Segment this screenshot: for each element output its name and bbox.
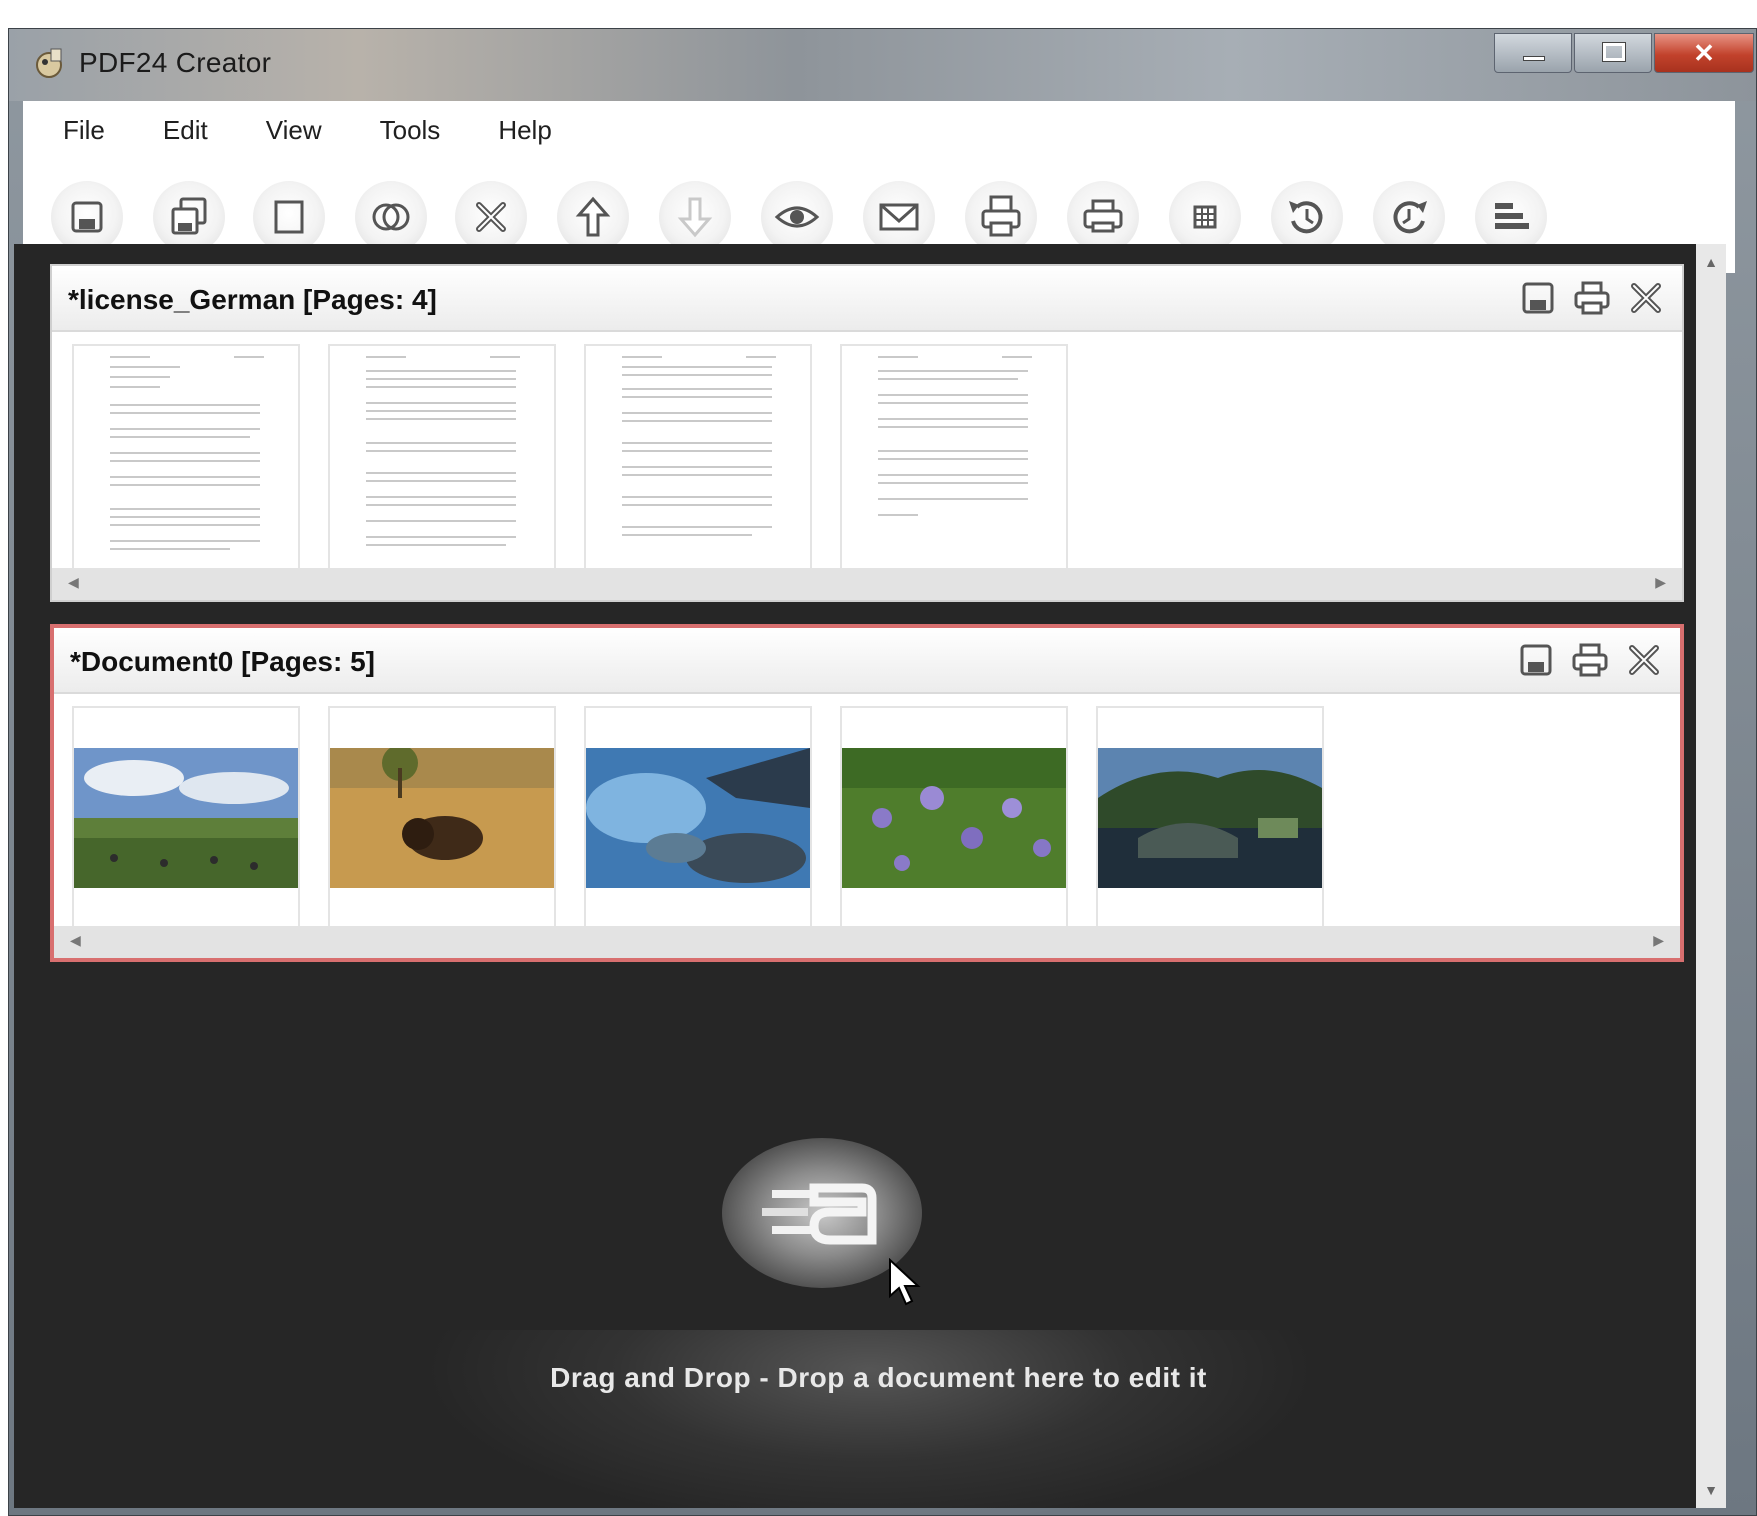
vertical-scrollbar[interactable]: ▲ ▼: [1696, 244, 1726, 1508]
preview-button[interactable]: [761, 181, 833, 253]
page-thumbnail[interactable]: [328, 344, 556, 574]
document-print-button[interactable]: [1572, 278, 1612, 323]
menu-help[interactable]: Help: [498, 115, 551, 146]
delete-icon: [476, 202, 506, 232]
rotate-right-button[interactable]: [1373, 181, 1445, 253]
dropzone-glow: [420, 1330, 1320, 1516]
horizontal-scrollbar[interactable]: ◀ ▶: [54, 926, 1680, 958]
scroll-right-icon[interactable]: ▶: [1653, 932, 1664, 949]
page-thumbnail[interactable]: [584, 344, 812, 574]
merge-icon: [372, 203, 410, 231]
minimize-button[interactable]: [1494, 33, 1572, 73]
page-layout-icon: [1193, 205, 1217, 229]
document-panel[interactable]: *license_German [Pages: 4] ◀ ▶: [50, 264, 1684, 602]
document-close-button[interactable]: [1626, 278, 1666, 323]
page-thumbnail[interactable]: [328, 706, 556, 936]
move-up-button[interactable]: [557, 181, 629, 253]
close-icon: [1629, 645, 1659, 675]
print-icon: [1574, 281, 1610, 315]
scroll-down-icon[interactable]: ▼: [1696, 1482, 1726, 1498]
menu-bar: File Edit View Tools Help: [23, 101, 1735, 159]
close-icon: ✕: [1693, 38, 1715, 68]
move-down-icon: [677, 197, 713, 238]
page-thumbnail[interactable]: [72, 706, 300, 936]
menu-view[interactable]: View: [266, 115, 322, 146]
page-thumbnail[interactable]: [1096, 706, 1324, 936]
close-window-button[interactable]: ✕: [1654, 33, 1754, 73]
window-title: PDF24 Creator: [79, 47, 272, 78]
minimize-icon: [1523, 56, 1545, 61]
landscape-photo: [74, 748, 298, 888]
save-button[interactable]: [51, 181, 123, 253]
print-button[interactable]: [965, 181, 1037, 253]
page-thumbnail[interactable]: [72, 344, 300, 574]
close-icon: [1631, 283, 1661, 313]
new-document-icon: [274, 200, 304, 234]
page-thumbnail[interactable]: [840, 344, 1068, 574]
save-icon: [71, 201, 103, 233]
print-settings-icon: [1083, 199, 1123, 233]
document-header: *Document0 [Pages: 5]: [54, 628, 1680, 694]
document-title: *license_German [Pages: 4]: [68, 284, 437, 315]
title-bar[interactable]: PDF24 Creator ✕: [9, 29, 1756, 101]
move-up-icon: [575, 196, 611, 237]
document-print-button[interactable]: [1570, 640, 1610, 685]
menu-edit[interactable]: Edit: [163, 115, 208, 146]
print-icon: [981, 195, 1021, 237]
document-panel-selected[interactable]: *Document0 [Pages: 5] ◀ ▶: [50, 624, 1684, 962]
maximize-icon: [1602, 42, 1626, 62]
align-button[interactable]: [1475, 181, 1547, 253]
dropzone-text: Drag and Drop - Drop a document here to …: [550, 1362, 1207, 1393]
email-icon: [879, 203, 919, 231]
mouse-cursor-icon: [889, 1258, 921, 1306]
print-icon: [1572, 643, 1608, 677]
align-icon: [1495, 203, 1529, 229]
save-copy-icon: [171, 197, 207, 235]
merge-button[interactable]: [355, 181, 427, 253]
menu-file[interactable]: File: [63, 115, 105, 146]
horizontal-scrollbar[interactable]: ◀ ▶: [52, 568, 1682, 600]
document-save-button[interactable]: [1518, 278, 1558, 323]
water-rocks-photo: [586, 748, 810, 888]
app-logo-icon: [36, 48, 62, 78]
page-thumbnail[interactable]: [840, 706, 1068, 936]
document-close-button[interactable]: [1624, 640, 1664, 685]
preview-icon: [774, 206, 820, 228]
document-title: *Document0 [Pages: 5]: [70, 646, 375, 677]
email-button[interactable]: [863, 181, 935, 253]
document-workspace[interactable]: *license_German [Pages: 4] ◀ ▶ *Document…: [14, 244, 1696, 1508]
page-layout-button[interactable]: [1169, 181, 1241, 253]
new-document-button[interactable]: [253, 181, 325, 253]
save-icon: [1522, 282, 1554, 314]
delete-button[interactable]: [455, 181, 527, 253]
save-icon: [1520, 644, 1552, 676]
menu-tools[interactable]: Tools: [380, 115, 441, 146]
page-thumbnail[interactable]: [584, 706, 812, 936]
bison-photo: [330, 748, 554, 888]
print-settings-button[interactable]: [1067, 181, 1139, 253]
scroll-up-icon[interactable]: ▲: [1696, 254, 1726, 270]
river-landscape-photo: [1098, 748, 1322, 888]
scroll-left-icon[interactable]: ◀: [68, 574, 79, 591]
rotate-left-button[interactable]: [1271, 181, 1343, 253]
flowers-photo: [842, 748, 1066, 888]
move-down-button[interactable]: [659, 181, 731, 253]
maximize-button[interactable]: [1574, 33, 1652, 73]
rotate-right-icon: [1393, 201, 1427, 234]
document-save-button[interactable]: [1516, 640, 1556, 685]
rotate-left-icon: [1289, 201, 1323, 234]
document-header: *license_German [Pages: 4]: [52, 266, 1682, 332]
scroll-left-icon[interactable]: ◀: [70, 932, 81, 949]
save-copy-button[interactable]: [153, 181, 225, 253]
scroll-right-icon[interactable]: ▶: [1655, 574, 1666, 591]
